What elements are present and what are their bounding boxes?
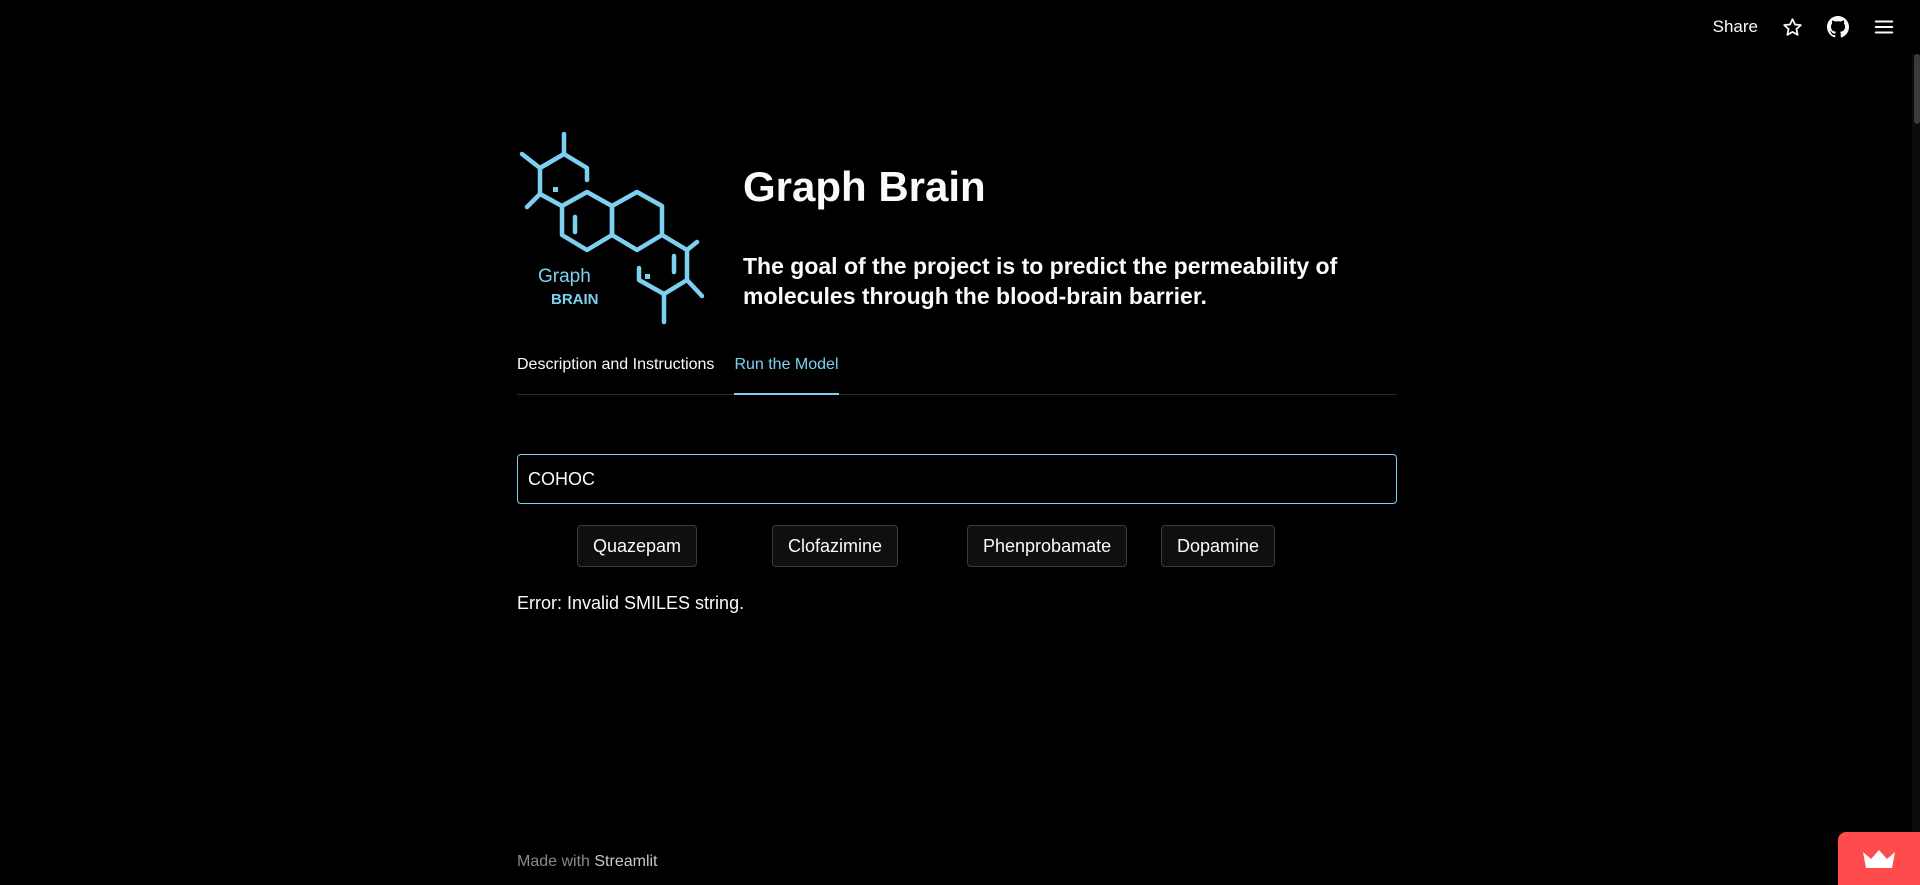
phenprobamate-button[interactable]: Phenprobamate: [967, 525, 1128, 567]
streamlit-badge[interactable]: [1838, 832, 1920, 885]
scrollbar-thumb[interactable]: [1914, 54, 1920, 124]
footer: Made with Streamlit: [517, 853, 658, 871]
graph-brain-logo: Graph BRAIN: [517, 131, 707, 327]
scrollbar[interactable]: [1912, 54, 1920, 834]
github-icon[interactable]: [1826, 15, 1850, 39]
share-button[interactable]: Share: [1713, 17, 1758, 37]
page-subtitle: The goal of the project is to predict th…: [743, 253, 1338, 309]
clofazimine-button[interactable]: Clofazimine: [772, 525, 899, 567]
error-message: Error: Invalid SMILES string.: [517, 593, 745, 613]
logo-text-brain: BRAIN: [551, 291, 599, 308]
crown-icon: [1863, 849, 1895, 868]
app-page: Share Graph BRAIN Graph Brain The goal o…: [0, 0, 1920, 885]
page-title: Graph Brain: [743, 163, 986, 210]
tab-bar: Description and Instructions Run the Mod…: [517, 352, 1397, 395]
footer-streamlit-link[interactable]: Streamlit: [594, 853, 657, 870]
star-icon[interactable]: [1780, 15, 1804, 39]
menu-icon[interactable]: [1872, 15, 1896, 39]
smiles-input[interactable]: [517, 454, 1397, 504]
tab-run-the-model[interactable]: Run the Model: [734, 352, 839, 395]
quazepam-button[interactable]: Quazepam: [577, 525, 698, 567]
header: Graph BRAIN Graph Brain The goal of the …: [517, 131, 1397, 327]
dopamine-button[interactable]: Dopamine: [1161, 525, 1276, 567]
top-toolbar: Share: [1713, 0, 1896, 54]
tab-description[interactable]: Description and Instructions: [517, 352, 714, 390]
logo-text-graph: Graph: [538, 266, 591, 287]
footer-prefix: Made with: [517, 853, 590, 870]
